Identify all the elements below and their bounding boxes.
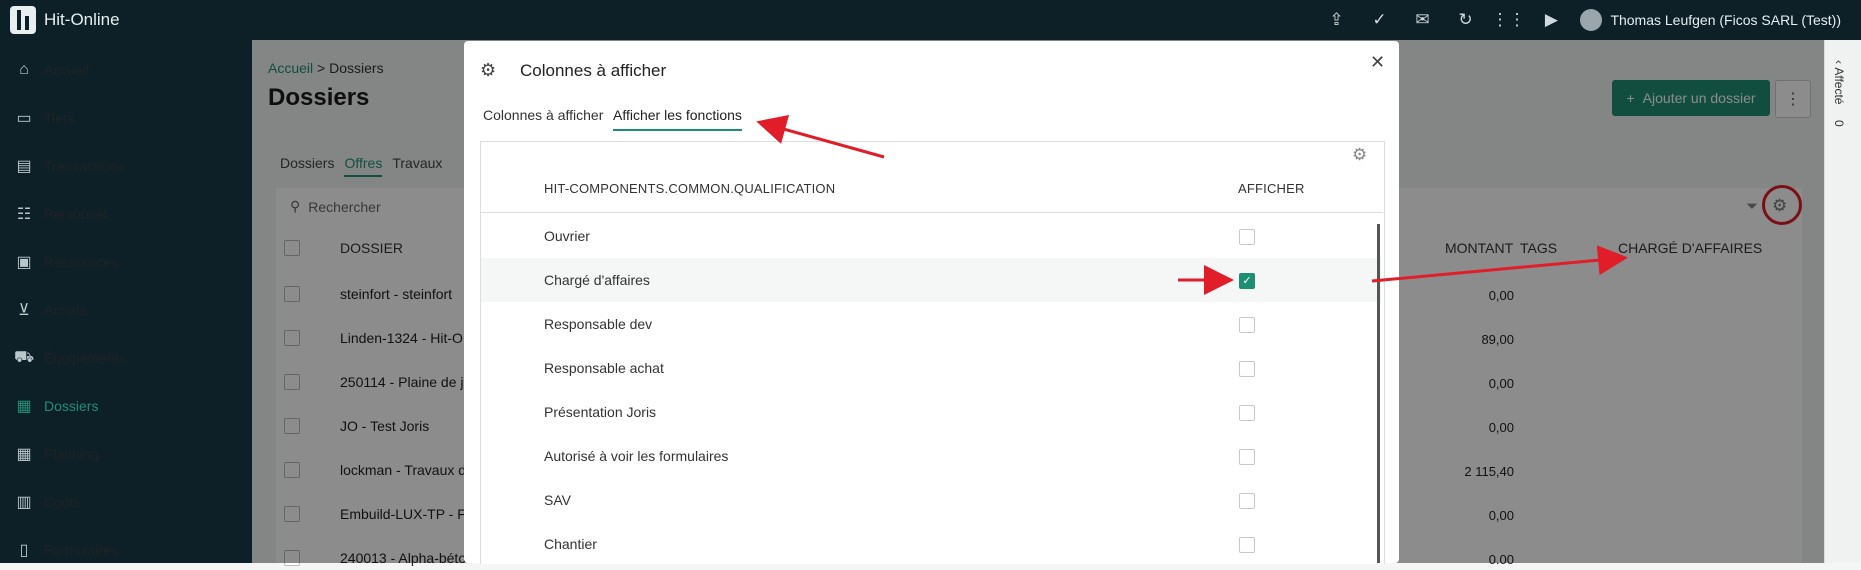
annotation-arrows — [756, 114, 1628, 295]
arrow-to-tab — [756, 114, 885, 159]
arrow-to-column — [1371, 245, 1628, 283]
